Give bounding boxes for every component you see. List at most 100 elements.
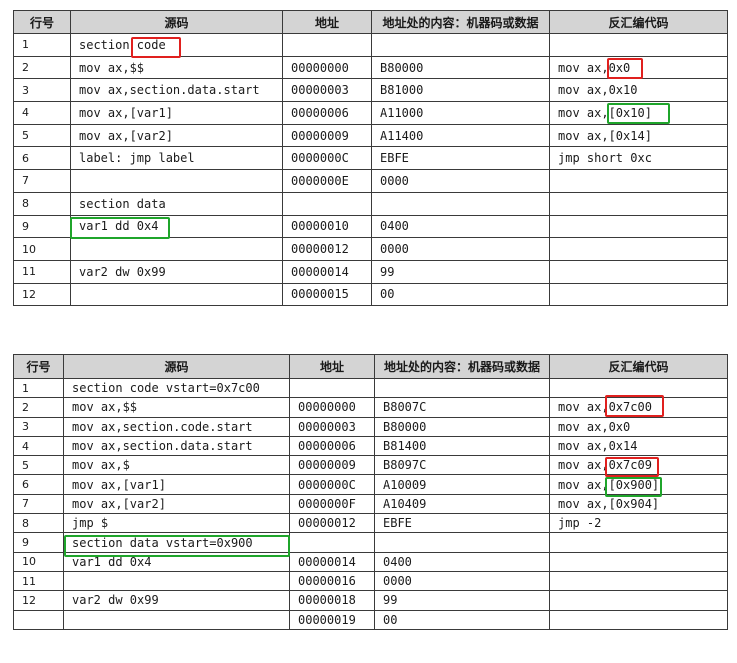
cell-line-number: 5 bbox=[13, 123, 71, 148]
header-row: 行号 源码 地址 地址处的内容：机器码或数据 反汇编代码 bbox=[13, 10, 728, 34]
cell-contents bbox=[371, 191, 550, 216]
header-source-code: 源码 bbox=[70, 10, 283, 34]
cell-source-code: mov ax,$ bbox=[63, 455, 290, 476]
table-row: 3 mov ax,section.code.start 00000003 B80000… bbox=[13, 416, 728, 437]
header-source-code: 源码 bbox=[63, 354, 290, 379]
cell-address: 00000006 bbox=[289, 435, 375, 457]
cell-line-number: 11 bbox=[13, 570, 64, 592]
cell-line-number: 8 bbox=[13, 191, 71, 216]
cell-source-code: section code bbox=[70, 33, 283, 57]
table-row: 8 section data bbox=[13, 191, 728, 216]
cell-contents: EBFE bbox=[374, 513, 550, 534]
cell-contents: B80000 bbox=[374, 416, 550, 437]
cell-disassembly: mov ax,[0x14] bbox=[549, 123, 728, 148]
cell-line-number: 4 bbox=[13, 435, 64, 457]
cell-line-number: 3 bbox=[13, 78, 71, 103]
cell-line-number: 6 bbox=[13, 474, 64, 495]
cell-line-number: 6 bbox=[13, 146, 71, 171]
assembly-table-2: 行号 源码 地址 地址处的内容：机器码或数据 反汇编代码 1 section co… bbox=[13, 354, 728, 630]
cell-source-code: mov ax,[var2] bbox=[63, 493, 290, 515]
table-row: 10 00000012 0000 bbox=[13, 237, 728, 261]
cell-contents: 00 bbox=[374, 609, 550, 630]
cell-line-number: 12 bbox=[13, 282, 71, 307]
header-disassembly: 反汇编代码 bbox=[549, 354, 728, 379]
cell-address: 00000009 bbox=[289, 455, 375, 476]
cell-line-number: 8 bbox=[13, 513, 64, 534]
cell-address bbox=[289, 377, 375, 399]
cell-contents: 0000 bbox=[374, 570, 550, 592]
cell-disassembly bbox=[549, 551, 728, 572]
cell-source-code: var2 dw 0x99 bbox=[70, 259, 283, 284]
table-row: 11 var2 dw 0x99 00000014 99 bbox=[13, 259, 728, 284]
cell-line-number: 10 bbox=[13, 551, 64, 572]
cell-source-code: mov ax,section.data.start bbox=[63, 435, 290, 457]
table-row: 4 mov ax,section.data.start 00000006 B81400… bbox=[13, 435, 728, 457]
cell-disassembly: mov ax,0x7c00 bbox=[549, 397, 728, 418]
cell-disassembly: jmp -2 bbox=[549, 513, 728, 534]
cell-contents: 00 bbox=[371, 282, 550, 307]
cell-contents: A11400 bbox=[371, 123, 550, 148]
cell-line-number: 2 bbox=[13, 397, 64, 418]
cell-source-code: mov ax,$$ bbox=[70, 55, 283, 80]
cell-disassembly bbox=[549, 33, 728, 57]
cell-contents: A10009 bbox=[374, 474, 550, 495]
table-row: 11 00000016 0000 bbox=[13, 570, 728, 592]
cell-source-code bbox=[63, 609, 290, 630]
header-line-number: 行号 bbox=[13, 10, 71, 34]
cell-address bbox=[282, 191, 372, 216]
cell-contents: B81000 bbox=[371, 78, 550, 103]
cell-contents: 0000 bbox=[371, 237, 550, 261]
table-1-header: 行号 源码 地址 地址处的内容：机器码或数据 反汇编代码 bbox=[13, 10, 728, 34]
cell-contents: 99 bbox=[374, 590, 550, 611]
cell-address: 00000012 bbox=[282, 237, 372, 261]
header-line-number: 行号 bbox=[13, 354, 64, 379]
cell-address: 00000006 bbox=[282, 101, 372, 125]
cell-source-code bbox=[70, 169, 283, 193]
cell-disassembly: mov ax,0x7c09 bbox=[549, 455, 728, 476]
cell-disassembly: mov ax,[0x904] bbox=[549, 493, 728, 515]
cell-source-code bbox=[70, 237, 283, 261]
cell-line-number: 9 bbox=[13, 532, 64, 553]
cell-line-number: 2 bbox=[13, 55, 71, 80]
table-row: 3 mov ax,section.data.start 00000003 B81000… bbox=[13, 78, 728, 103]
cell-line-number: 10 bbox=[13, 237, 71, 261]
cell-address bbox=[282, 33, 372, 57]
cell-address: 0000000E bbox=[282, 169, 372, 193]
cell-disassembly: mov ax,0x0 bbox=[549, 416, 728, 437]
cell-contents: 0000 bbox=[371, 169, 550, 193]
cell-disassembly: jmp short 0xc bbox=[549, 146, 728, 171]
cell-source-code: jmp $ bbox=[63, 513, 290, 534]
cell-source-code: mov ax,$$ bbox=[63, 397, 290, 418]
table-row: 00000019 00 bbox=[13, 609, 728, 630]
cell-contents: B8007C bbox=[374, 397, 550, 418]
cell-address: 00000000 bbox=[289, 397, 375, 418]
cell-address: 00000010 bbox=[282, 214, 372, 239]
cell-address: 00000003 bbox=[289, 416, 375, 437]
table-row: 8 jmp $00000012 EBFE jmp -2 bbox=[13, 513, 728, 534]
header-contents: 地址处的内容：机器码或数据 bbox=[374, 354, 550, 379]
cell-disassembly bbox=[549, 237, 728, 261]
cell-contents: EBFE bbox=[371, 146, 550, 171]
cell-disassembly: mov ax,[0x10] bbox=[549, 101, 728, 125]
table-row: 5 mov ax,$ 00000009 B8097C mov ax,0x7c09 bbox=[13, 455, 728, 476]
cell-disassembly bbox=[549, 609, 728, 630]
cell-disassembly bbox=[549, 377, 728, 399]
cell-line-number: 12 bbox=[13, 590, 64, 611]
cell-line-number: 9 bbox=[13, 214, 71, 239]
cell-line-number: 3 bbox=[13, 416, 64, 437]
table-row: 9 var1 dd 0x4 00000010 0400 bbox=[13, 214, 728, 239]
cell-contents: A11000 bbox=[371, 101, 550, 125]
cell-source-code: section data vstart=0x900 bbox=[63, 532, 290, 553]
cell-disassembly: mov ax,0x0 bbox=[549, 55, 728, 80]
cell-line-number: 1 bbox=[13, 33, 71, 57]
table-row: 12 00000015 00 bbox=[13, 282, 728, 307]
cell-source-code: mov ax,[var2] bbox=[70, 123, 283, 148]
table-row: 1 section code bbox=[13, 33, 728, 57]
cell-contents bbox=[374, 532, 550, 553]
cell-address: 00000000 bbox=[282, 55, 372, 80]
cell-contents: B8097C bbox=[374, 455, 550, 476]
cell-contents bbox=[374, 377, 550, 399]
table-row: 12 var2 dw 0x99 00000018 99 bbox=[13, 590, 728, 611]
header-row: 行号 源码 地址 地址处的内容：机器码或数据 反汇编代码 bbox=[13, 354, 728, 379]
cell-contents: A10409 bbox=[374, 493, 550, 515]
